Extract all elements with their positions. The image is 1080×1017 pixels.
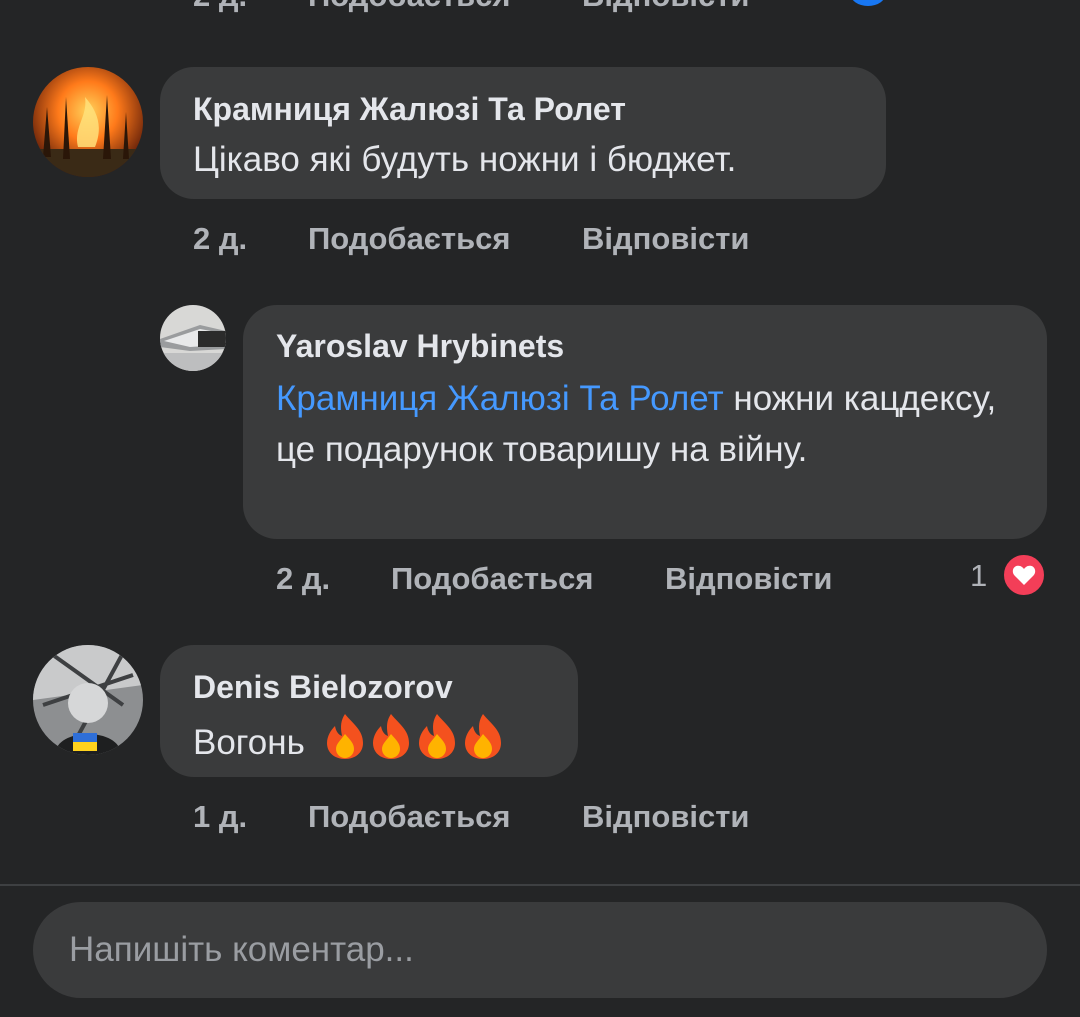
reply-bubble: Yaroslav Hrybinets Крамниця Жалюзі Та Ро… [243,305,1047,539]
avatar-denis[interactable] [33,645,143,755]
like-button[interactable]: Подобається [308,219,511,259]
reaction-count[interactable]: 1 [970,556,987,596]
comment-composer[interactable] [33,902,1047,998]
fire-icon [418,714,455,759]
fire-emoji-group [321,714,505,762]
comment-input[interactable] [67,929,1013,971]
avatar-kramnytsia[interactable] [33,67,143,177]
comment-author[interactable]: Denis Bielozorov [193,667,545,707]
comment-time: 2 д. [193,221,248,256]
like-button[interactable]: Подобається [391,559,594,599]
like-button[interactable]: Подобається [308,0,511,14]
divider [0,884,1080,886]
comment-actions: 1 д. Подобається Відповісти [193,797,793,837]
fire-icon [372,714,409,759]
comment-author[interactable]: Yaroslav Hrybinets [276,326,1014,366]
comment-actions: 2 д. Подобається Відповісти [276,559,876,599]
reply-button[interactable]: Відповісти [582,0,750,14]
comment-text: Цікаво які будуть ножни і бюджет. [193,140,737,179]
heart-icon[interactable] [1002,553,1046,597]
comment-time: 2 д. [193,0,247,14]
comment-bubble: Крамниця Жалюзі Та Ролет Цікаво які буду… [160,67,886,199]
fire-icon [326,714,363,759]
comment-time: 1 д. [193,799,248,834]
like-button[interactable]: Подобається [308,797,511,837]
reply-button[interactable]: Відповісти [582,219,750,259]
comment-author[interactable]: Крамниця Жалюзі Та Ролет [193,89,853,129]
avatar-yaroslav[interactable] [160,305,226,371]
comment-text: Вогонь [193,712,545,768]
comment-bubble: Denis Bielozorov Вогонь [160,645,578,777]
reply-button[interactable]: Відповісти [582,797,750,837]
comment-text-body: Вогонь [193,723,305,762]
mention-link[interactable]: Крамниця Жалюзі Та Ролет [276,379,724,418]
fire-icon [464,714,501,759]
comment-time: 2 д. [276,561,331,596]
comment-text: Крамниця Жалюзі Та Ролет ножни кацдексу,… [276,373,1014,475]
like-reaction-icon [850,0,886,6]
reply-button[interactable]: Відповісти [665,559,833,599]
comment-actions: 2 д. Подобається Відповісти [193,219,793,259]
